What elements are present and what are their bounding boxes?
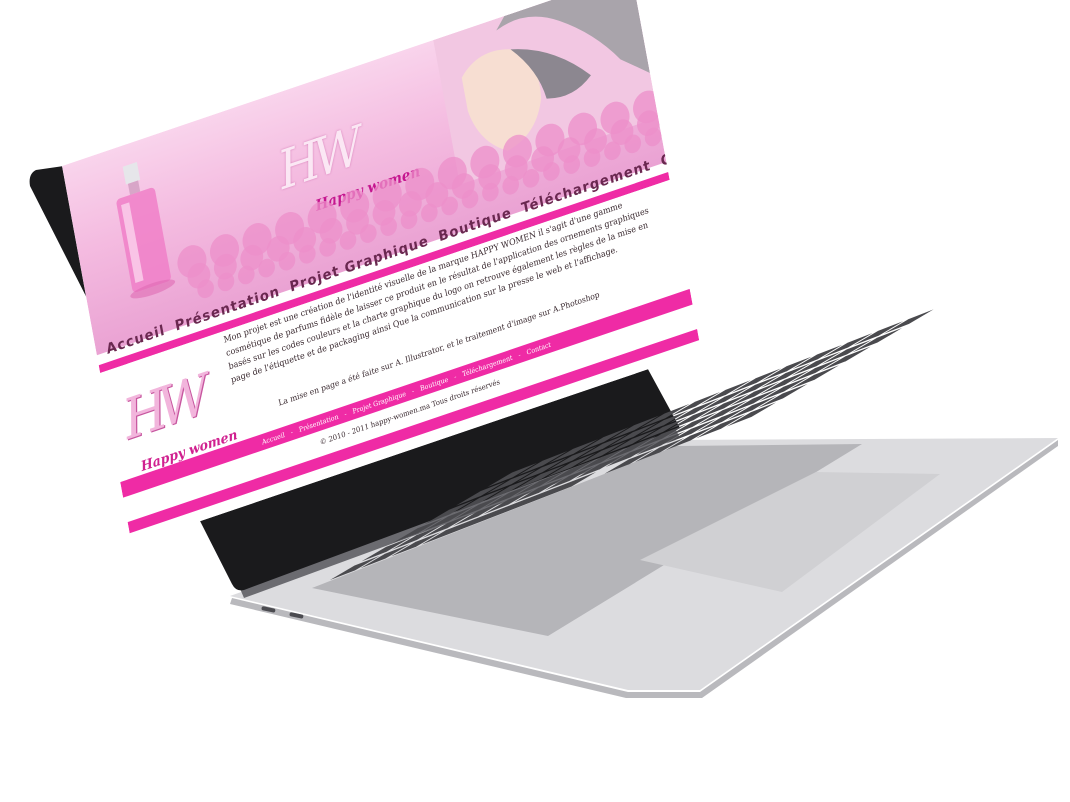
laptop-mockup: HW Happy women Accueil Présentation Proj… [0, 0, 1070, 802]
footer-link-accueil[interactable]: Accueil [261, 431, 285, 446]
keyboard-key [884, 309, 934, 334]
perfume-bottle-image [116, 161, 176, 299]
footer-link-boutique[interactable]: Boutique [419, 375, 448, 392]
footer-link-presentation[interactable]: Présentation [298, 412, 339, 433]
footer-link-contact[interactable]: Contact [526, 340, 552, 356]
footer-separator: - [517, 350, 522, 360]
footer-separator: - [411, 386, 415, 396]
footer-separator: - [343, 409, 348, 419]
footer-separator: - [453, 372, 457, 381]
footer-separator: - [290, 427, 294, 437]
